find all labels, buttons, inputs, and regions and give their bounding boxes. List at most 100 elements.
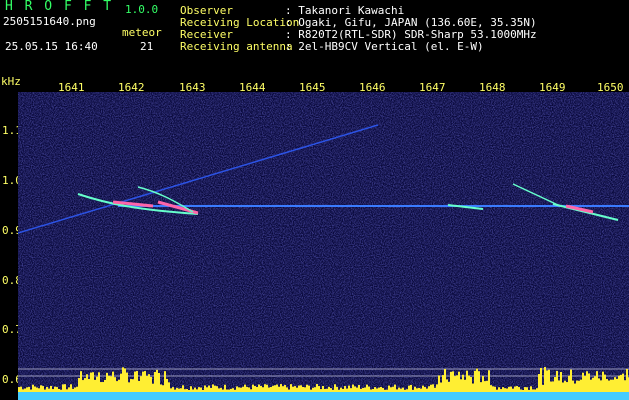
power-bar: [576, 380, 578, 392]
power-bar: [344, 386, 346, 392]
power-bar: [586, 371, 588, 392]
power-bar: [50, 385, 52, 392]
power-bar: [302, 386, 304, 392]
power-bar: [392, 386, 394, 392]
power-bar: [312, 387, 314, 392]
power-bar: [224, 384, 226, 392]
meteor-count: 21: [140, 40, 154, 53]
power-bar: [66, 389, 68, 392]
power-bar: [30, 389, 32, 392]
power-bar: [452, 371, 454, 392]
power-bar: [488, 370, 490, 392]
power-bar: [86, 374, 88, 392]
power-bar: [206, 387, 208, 392]
info-value-antenna: : 2el-HB9CV Vertical (el. E-W): [285, 40, 484, 53]
power-bar: [182, 385, 184, 392]
power-bar: [72, 388, 74, 392]
power-bar: [38, 388, 40, 392]
power-bar: [220, 387, 222, 392]
power-bar: [416, 388, 418, 392]
power-bar: [232, 388, 234, 392]
power-bar: [100, 382, 102, 392]
power-bar: [480, 382, 482, 392]
power-bar: [358, 385, 360, 392]
power-bar: [532, 389, 534, 392]
power-bar: [412, 389, 414, 392]
power-bar: [106, 372, 108, 392]
power-bar: [42, 386, 44, 392]
power-bar: [596, 371, 598, 392]
power-bar: [504, 388, 506, 392]
power-bar: [170, 388, 172, 392]
power-bar: [578, 380, 580, 392]
power-bar: [114, 377, 116, 392]
power-bar: [128, 382, 130, 392]
power-bar: [330, 388, 332, 392]
power-bar: [612, 379, 614, 392]
power-bar: [54, 386, 56, 392]
power-bar: [534, 389, 536, 392]
power-bar: [622, 373, 624, 392]
power-bar: [288, 389, 290, 392]
power-bar: [52, 389, 54, 392]
power-bar: [420, 388, 422, 392]
power-bar: [228, 389, 230, 392]
spectrogram-canvas: [18, 92, 629, 400]
power-bar: [216, 386, 218, 392]
power-bar: [594, 376, 596, 392]
power-bar: [230, 388, 232, 392]
power-bar: [498, 387, 500, 392]
power-bar: [68, 387, 70, 392]
power-bar: [260, 385, 262, 392]
power-bar: [508, 386, 510, 392]
power-bar: [386, 389, 388, 392]
power-bar: [292, 386, 294, 392]
power-bar: [48, 388, 50, 392]
power-bar: [96, 376, 98, 392]
power-bar: [222, 389, 224, 392]
power-bar: [168, 382, 170, 392]
power-bar: [448, 381, 450, 392]
power-bar: [400, 388, 402, 392]
power-bar: [552, 381, 554, 392]
power-bar: [64, 384, 66, 392]
power-bar: [28, 386, 30, 392]
app-version: 1.0.0: [125, 3, 159, 16]
power-bar: [486, 380, 488, 392]
power-bar: [244, 384, 246, 392]
power-bar: [308, 385, 310, 392]
power-bar: [146, 375, 148, 392]
power-bar: [444, 368, 446, 392]
power-bar: [510, 386, 512, 392]
power-bar: [458, 371, 460, 392]
power-bar: [512, 388, 514, 392]
power-bar: [590, 379, 592, 392]
power-bar: [390, 387, 392, 392]
power-bar: [56, 387, 58, 392]
noise-floor: [18, 392, 629, 400]
power-bar: [60, 389, 62, 392]
power-bar: [550, 381, 552, 392]
power-bar: [258, 384, 260, 392]
power-bar: [254, 386, 256, 392]
power-bar: [284, 385, 286, 392]
power-bar: [600, 380, 602, 392]
power-bar: [62, 384, 64, 392]
power-bar: [484, 381, 486, 392]
power-bar: [304, 387, 306, 392]
power-bar: [464, 379, 466, 392]
power-bar: [112, 371, 114, 392]
power-bar: [618, 375, 620, 392]
power-bar: [102, 382, 104, 392]
power-bar: [626, 369, 628, 392]
power-bar: [282, 386, 284, 392]
power-bar: [132, 379, 134, 392]
power-bar: [434, 387, 436, 392]
power-bar: [366, 384, 368, 392]
power-bar: [568, 375, 570, 392]
power-bar: [162, 385, 164, 392]
power-bar: [116, 381, 118, 392]
power-bar: [408, 385, 410, 392]
power-bar: [564, 380, 566, 392]
power-bar: [214, 385, 216, 392]
